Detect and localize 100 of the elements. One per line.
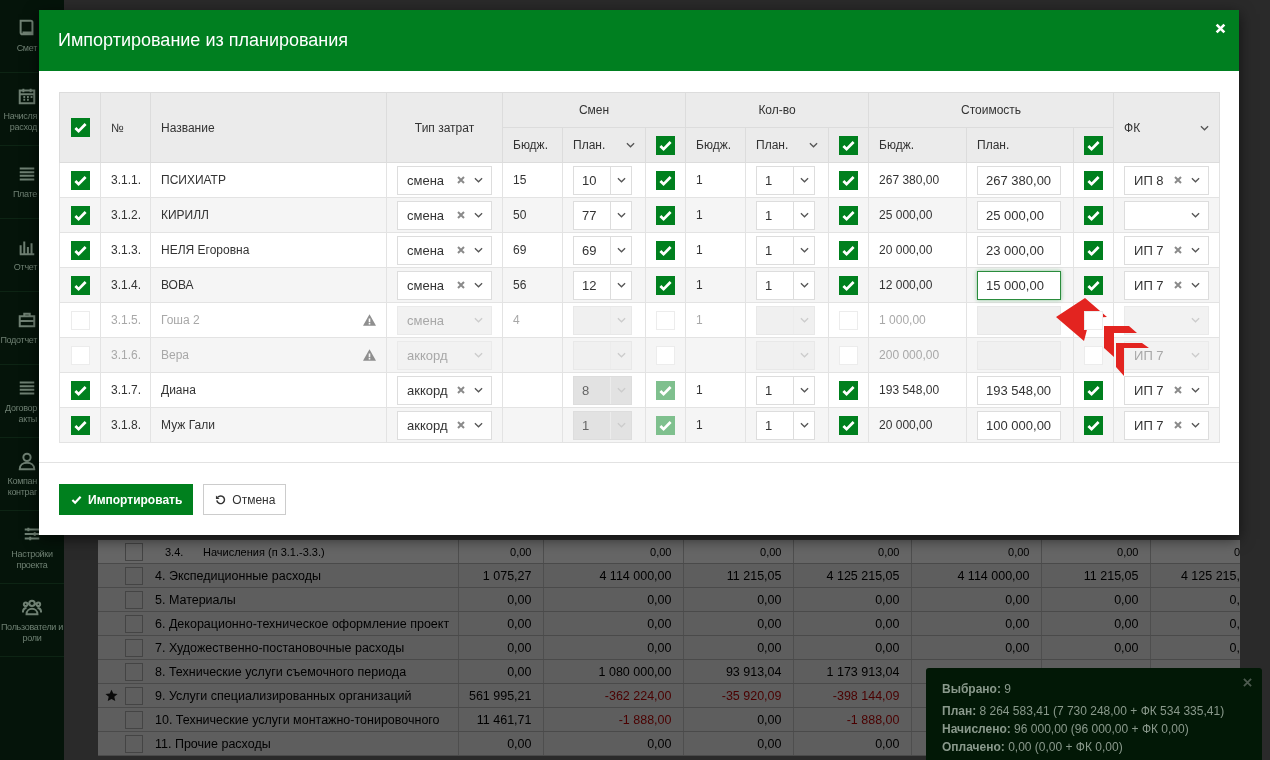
checkbox[interactable] xyxy=(125,590,143,609)
clear-icon[interactable] xyxy=(457,211,465,219)
import-button[interactable]: Импортировать xyxy=(59,484,194,515)
chevron-down-icon xyxy=(799,387,809,393)
row-number: 3.1.6. xyxy=(111,348,142,362)
clear-icon[interactable] xyxy=(1174,176,1183,184)
close-icon[interactable] xyxy=(1243,678,1252,687)
checkbox[interactable] xyxy=(656,240,675,260)
chevron-down-icon xyxy=(474,422,483,428)
checkbox[interactable] xyxy=(656,415,675,435)
clear-icon[interactable] xyxy=(1174,386,1183,394)
plan-select[interactable]: 1 xyxy=(756,270,816,300)
fk-select[interactable]: ИП 8 xyxy=(1124,165,1210,195)
checkbox[interactable] xyxy=(839,240,859,260)
budget-value: 15 xyxy=(513,173,527,187)
checkbox[interactable] xyxy=(1084,205,1104,225)
fk-select[interactable]: ИП 7 xyxy=(1124,270,1210,300)
cost-type-select[interactable]: смена xyxy=(397,270,492,300)
cost-type-select[interactable]: смена xyxy=(397,200,492,230)
cost-input[interactable]: 267 380,00 xyxy=(977,165,1062,195)
cost-input[interactable]: 25 000,00 xyxy=(977,200,1062,230)
clear-icon[interactable] xyxy=(457,281,465,289)
clear-icon[interactable] xyxy=(1174,246,1183,254)
checkbox[interactable] xyxy=(70,118,90,137)
checkbox[interactable] xyxy=(839,380,859,400)
checkbox[interactable] xyxy=(125,662,143,681)
checkbox[interactable] xyxy=(656,275,675,295)
chevron-down-icon xyxy=(799,422,809,428)
cost-input[interactable]: 193 548,00 xyxy=(977,375,1062,405)
checkbox[interactable] xyxy=(839,415,859,435)
budget-value: 4 xyxy=(513,313,520,327)
checkbox[interactable] xyxy=(125,686,143,705)
checkbox[interactable] xyxy=(70,170,90,190)
checkbox[interactable] xyxy=(1084,415,1104,435)
plan-select[interactable]: 1 xyxy=(756,235,816,265)
summary-line: Начислено: 96 000,00 (96 000,00 + ФК 0,00) xyxy=(942,721,1190,738)
cost-type-select[interactable]: аккорд xyxy=(397,410,492,440)
plan-select[interactable]: 1 xyxy=(756,200,816,230)
budget-value: 267 380,00 xyxy=(879,173,940,187)
checkbox[interactable] xyxy=(1084,135,1104,155)
checkbox[interactable] xyxy=(656,135,675,155)
checkbox[interactable] xyxy=(1084,240,1104,260)
table-value: 0, xyxy=(1229,592,1240,607)
checkbox[interactable] xyxy=(125,566,143,585)
plan-select[interactable]: 69 xyxy=(573,235,632,265)
plan-select[interactable]: 8 xyxy=(573,375,632,405)
budget-value: 56 xyxy=(513,278,527,292)
checkbox[interactable] xyxy=(125,638,143,657)
check-icon xyxy=(71,494,82,505)
table-value: 0,00 xyxy=(507,736,532,751)
clear-icon[interactable] xyxy=(457,246,465,254)
checkbox[interactable] xyxy=(125,734,143,753)
checkbox[interactable] xyxy=(70,415,90,435)
checkbox[interactable] xyxy=(1084,380,1104,400)
checkbox[interactable] xyxy=(839,205,859,225)
table-value: 0,00 xyxy=(875,736,900,751)
fk-select[interactable]: ИП 7 xyxy=(1124,235,1210,265)
budget-value: 1 xyxy=(696,278,703,292)
checkbox[interactable] xyxy=(839,275,859,295)
checkbox[interactable] xyxy=(70,275,90,295)
plan-select[interactable]: 10 xyxy=(573,165,632,195)
checkbox[interactable] xyxy=(1084,170,1104,190)
plan-select[interactable]: 77 xyxy=(573,200,632,230)
cost-type-select[interactable]: смена xyxy=(397,235,492,265)
plan-select[interactable]: 12 xyxy=(573,270,632,300)
cost-input[interactable]: 23 000,00 xyxy=(977,235,1062,265)
checkbox[interactable] xyxy=(839,135,859,155)
clear-icon[interactable] xyxy=(457,386,465,394)
plan-select[interactable]: 1 xyxy=(756,375,816,405)
cost-type-select[interactable]: смена xyxy=(397,165,492,195)
cost-input[interactable]: 100 000,00 xyxy=(977,410,1062,440)
clear-icon[interactable] xyxy=(1174,281,1183,289)
plan-select[interactable]: 1 xyxy=(756,165,816,195)
clear-icon[interactable] xyxy=(457,421,465,429)
checkbox[interactable] xyxy=(125,614,143,633)
checkbox[interactable] xyxy=(70,380,90,400)
chevron-down-icon xyxy=(474,317,483,323)
table-value: 4 125 215,05 xyxy=(826,568,900,583)
row-name: Муж Гали xyxy=(161,418,215,432)
budget-value: 69 xyxy=(513,243,527,257)
checkbox[interactable] xyxy=(656,170,675,190)
clear-icon[interactable] xyxy=(1174,421,1183,429)
checkbox[interactable] xyxy=(70,240,90,260)
plan-select[interactable]: 1 xyxy=(573,410,632,440)
table-value: 0,00 xyxy=(507,640,532,655)
checkbox[interactable] xyxy=(125,542,143,561)
clear-icon[interactable] xyxy=(457,176,465,184)
row-name: ВОВА xyxy=(161,278,194,292)
checkbox[interactable] xyxy=(1084,275,1104,295)
checkbox[interactable] xyxy=(70,205,90,225)
checkbox[interactable] xyxy=(656,205,675,225)
cancel-button[interactable]: Отмена xyxy=(203,484,287,515)
cost-type-select[interactable]: аккорд xyxy=(397,375,492,405)
cost-input[interactable]: 15 000,00 xyxy=(977,270,1062,300)
fk-select[interactable]: ИП 7 xyxy=(1124,375,1210,405)
fk-select[interactable]: ИП 7 xyxy=(1124,410,1210,440)
plan-select[interactable]: 1 xyxy=(756,410,816,440)
checkbox[interactable] xyxy=(839,170,859,190)
checkbox[interactable] xyxy=(125,710,143,729)
checkbox[interactable] xyxy=(656,380,675,400)
